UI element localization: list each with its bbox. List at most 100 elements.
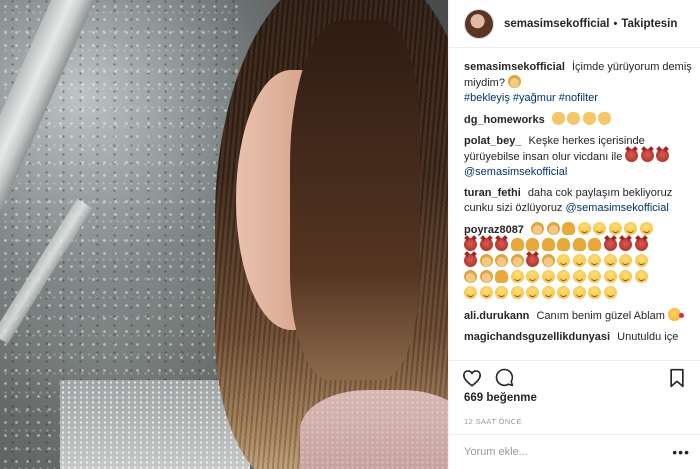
smile-emoji-icon (479, 286, 493, 299)
avatar[interactable] (464, 8, 494, 39)
woman-emoji-icon (495, 254, 508, 267)
devil-emoji-icon (479, 238, 493, 251)
emoji-row (531, 222, 655, 236)
post-timestamp[interactable]: 12 SAAT ÖNCE (464, 417, 522, 426)
pray-emoji-icon (557, 238, 570, 251)
devil-emoji-icon (625, 149, 639, 162)
smile-emoji-icon (624, 222, 637, 235)
devil-emoji-icon (464, 254, 477, 267)
devil-emoji-icon (526, 254, 539, 267)
post-photo[interactable] (0, 0, 448, 469)
separator-dot: • (613, 17, 618, 30)
devil-emoji-icon (603, 238, 617, 251)
comment: turan_fethi daha cok paylaşım bekliyoruz… (464, 186, 692, 216)
sweater (300, 390, 448, 469)
smile-emoji-icon (603, 270, 617, 283)
smile-emoji-icon (634, 254, 648, 267)
smile-emoji-icon (526, 286, 539, 299)
smile-emoji-icon (541, 270, 555, 283)
smile-emoji-icon (634, 270, 648, 283)
kiss-emoji-icon (667, 308, 684, 321)
woman-emoji-icon (546, 222, 560, 235)
like-count[interactable]: 669 beğenme (464, 392, 537, 404)
smile-emoji-icon (464, 286, 477, 299)
devil-emoji-icon (464, 238, 477, 251)
comment-emoji-block: poyraz8087 (464, 222, 692, 302)
emoji-row (464, 286, 692, 302)
smile-emoji-icon (577, 222, 591, 235)
follow-status[interactable]: Takiptesin (621, 18, 677, 30)
more-options-icon[interactable]: ••• (672, 444, 690, 460)
hashtag[interactable]: #yağmur (513, 92, 556, 104)
smile-emoji-icon (572, 254, 586, 267)
emoji-grid (464, 238, 692, 302)
comment-username[interactable]: dg_homeworks (464, 114, 545, 126)
smile-emoji-icon (588, 254, 601, 267)
smile-emoji-icon (588, 286, 601, 299)
comment: ali.durukann Canım benim güzel Ablam (464, 308, 692, 324)
emoji-row (464, 238, 692, 254)
pray-emoji-icon (541, 238, 555, 251)
pray-emoji-icon (572, 238, 586, 251)
add-comment-bar: ••• (449, 434, 700, 469)
smile-emoji-icon (639, 222, 653, 235)
header-username[interactable]: semasimsekofficial (504, 18, 609, 30)
smile-emoji-icon (619, 254, 632, 267)
comment-username[interactable]: ali.durukann (464, 310, 529, 322)
hashtag[interactable]: #bekleyiş (464, 92, 510, 104)
comment-icon[interactable] (493, 367, 515, 389)
mention-link[interactable]: @semasimsekofficial (464, 166, 567, 178)
woman-walking-emoji-icon (508, 75, 522, 88)
post-header: semasimsekofficial • Takiptesin (449, 0, 700, 48)
mention-link[interactable]: @semasimsekofficial (566, 202, 669, 214)
smile-emoji-icon (619, 270, 632, 283)
smile-emoji-icon (608, 222, 622, 235)
comment-list[interactable]: semasimsekofficial İçimde yürüyorum demi… (464, 60, 692, 360)
devil-emoji-icon (619, 238, 632, 251)
comment-username[interactable]: turan_fethi (464, 187, 521, 199)
post-sidebar: semasimsekofficial • Takiptesin semasims… (448, 0, 700, 469)
woman-emoji-icon (479, 254, 493, 267)
hair-front (290, 20, 420, 380)
smile-emoji-icon (593, 222, 606, 235)
thumbs-up-emoji-icon (567, 112, 581, 125)
thumbs-up-emoji-icon (551, 112, 565, 125)
pray-emoji-icon (526, 238, 539, 251)
devil-emoji-icon (640, 149, 654, 162)
devil-emoji-icon (634, 238, 648, 251)
woman-emoji-icon (479, 270, 493, 283)
pray-emoji-icon (510, 238, 524, 251)
smile-emoji-icon (526, 270, 539, 283)
smile-emoji-icon (510, 270, 524, 283)
devil-emoji-icon (656, 149, 670, 162)
emoji-row (464, 270, 692, 286)
comment-username[interactable]: semasimsekofficial (464, 61, 565, 73)
thumbs-up-emoji-icon (582, 112, 596, 125)
smile-emoji-icon (541, 286, 555, 299)
smile-emoji-icon (557, 270, 570, 283)
smile-emoji-icon (588, 270, 601, 283)
comment: dg_homeworks (464, 112, 692, 128)
woman-emoji-icon (531, 222, 544, 235)
smile-emoji-icon (572, 286, 586, 299)
emoji-row (464, 254, 692, 270)
smile-emoji-icon (510, 286, 524, 299)
hashtag[interactable]: #nofilter (559, 92, 598, 104)
smile-emoji-icon (572, 270, 586, 283)
comment-caption: semasimsekofficial İçimde yürüyorum demi… (464, 60, 692, 106)
pray-emoji-icon (588, 238, 601, 251)
action-bar (449, 360, 700, 394)
smile-emoji-icon (557, 254, 570, 267)
pray-emoji-icon (495, 270, 508, 283)
comment-input[interactable] (464, 446, 673, 458)
woman-emoji-icon (541, 254, 555, 267)
thumbs-up-emoji-icon (598, 112, 612, 125)
comment-username[interactable]: polat_bey_ (464, 135, 521, 147)
bookmark-icon[interactable] (666, 367, 688, 389)
smile-emoji-icon (557, 286, 570, 299)
smile-emoji-icon (603, 254, 617, 267)
heart-icon[interactable] (461, 367, 483, 389)
pray-emoji-icon (562, 222, 575, 235)
smile-emoji-icon (603, 286, 617, 299)
comment: polat_bey_ Keşke herkes içerisinde yürüy… (464, 134, 692, 180)
